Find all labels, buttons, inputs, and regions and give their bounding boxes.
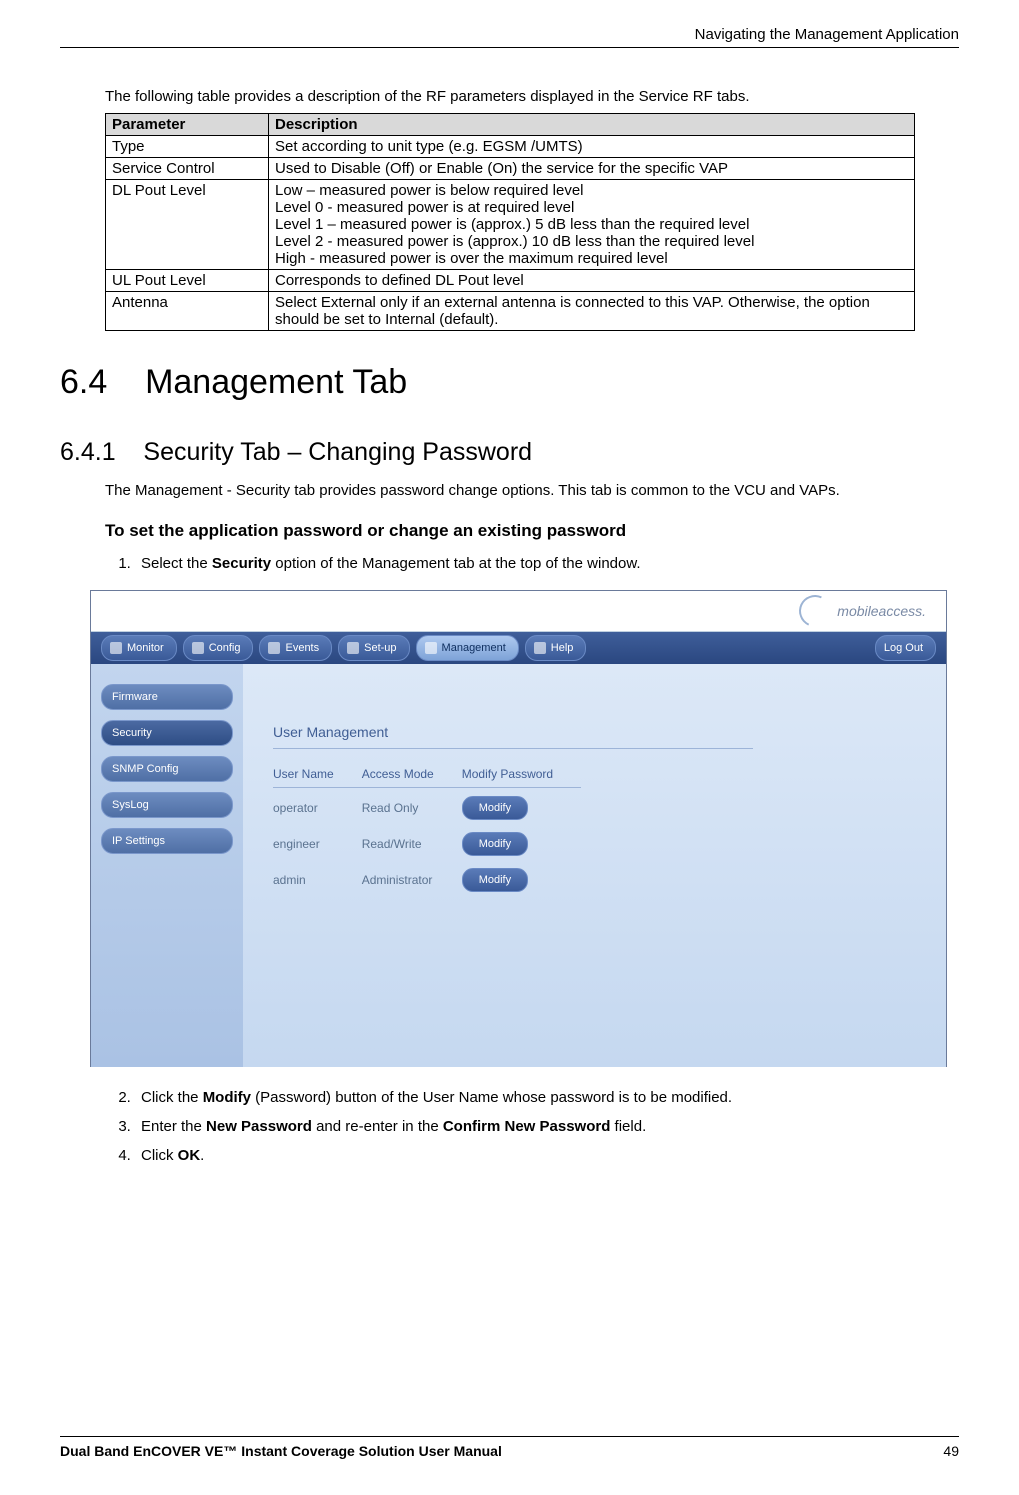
col-accessmode: Access Mode [362, 761, 462, 788]
sidebar-security[interactable]: Security [101, 720, 233, 746]
panel-title: User Management [273, 724, 916, 740]
sidebar-snmp[interactable]: SNMP Config [101, 756, 233, 782]
nav-management[interactable]: Management [416, 635, 519, 661]
step-4: Click OK. [135, 1147, 959, 1164]
steps-list: Select the Security option of the Manage… [105, 555, 959, 572]
table-row: DL Pout LevelLow – measured power is bel… [106, 180, 915, 270]
table-row: AntennaSelect External only if an extern… [106, 292, 915, 331]
logo-icon [795, 590, 836, 631]
procedure-heading: To set the application password or chang… [105, 521, 959, 541]
events-icon [268, 642, 280, 654]
table-row: Service ControlUsed to Disable (Off) or … [106, 158, 915, 180]
heading-6-4: 6.4 Management Tab [60, 363, 959, 402]
step-2: Click the Modify (Password) button of th… [135, 1089, 959, 1106]
intro-text: The following table provides a descripti… [105, 88, 959, 105]
sidebar-syslog[interactable]: SysLog [101, 792, 233, 818]
page-footer: Dual Band EnCOVER VE™ Instant Coverage S… [60, 1436, 959, 1459]
nav-monitor[interactable]: Monitor [101, 635, 177, 661]
th-description: Description [269, 114, 915, 136]
nav-setup[interactable]: Set-up [338, 635, 409, 661]
th-parameter: Parameter [106, 114, 269, 136]
main-panel: User Management User Name Access Mode Mo… [243, 664, 946, 1067]
panel-divider [273, 748, 753, 749]
col-username: User Name [273, 761, 362, 788]
app-screenshot: mobileaccess. Monitor Config Events Set-… [90, 590, 947, 1067]
top-nav: Monitor Config Events Set-up Management … [91, 632, 946, 664]
sidebar: Firmware Security SNMP Config SysLog IP … [91, 664, 243, 1067]
user-row: operator Read Only Modify [273, 788, 581, 825]
header-rule [60, 47, 959, 48]
page-header-breadcrumb: Navigating the Management Application [60, 26, 959, 43]
config-icon [192, 642, 204, 654]
help-icon [534, 642, 546, 654]
col-modify: Modify Password [462, 761, 581, 788]
setup-icon [347, 642, 359, 654]
management-icon [425, 642, 437, 654]
nav-help[interactable]: Help [525, 635, 587, 661]
nav-events[interactable]: Events [259, 635, 332, 661]
nav-logout[interactable]: Log Out [875, 635, 936, 661]
sidebar-ip[interactable]: IP Settings [101, 828, 233, 854]
modify-button[interactable]: Modify [462, 868, 528, 892]
logo-bar: mobileaccess. [91, 591, 946, 632]
step-1: Select the Security option of the Manage… [135, 555, 959, 572]
user-table: User Name Access Mode Modify Password op… [273, 761, 581, 896]
nav-config[interactable]: Config [183, 635, 254, 661]
table-row: UL Pout LevelCorresponds to defined DL P… [106, 270, 915, 292]
section-paragraph: The Management - Security tab provides p… [105, 482, 959, 499]
steps-list-cont: Click the Modify (Password) button of th… [105, 1089, 959, 1164]
monitor-icon [110, 642, 122, 654]
modify-button[interactable]: Modify [462, 832, 528, 856]
modify-button[interactable]: Modify [462, 796, 528, 820]
table-row: TypeSet according to unit type (e.g. EGS… [106, 136, 915, 158]
logo-text: mobileaccess. [837, 603, 926, 619]
step-3: Enter the New Password and re-enter in t… [135, 1118, 959, 1135]
page-number: 49 [943, 1443, 959, 1459]
heading-6-4-1: 6.4.1 Security Tab – Changing Password [60, 438, 959, 467]
footer-title: Dual Band EnCOVER VE™ Instant Coverage S… [60, 1443, 502, 1459]
rf-parameters-table: Parameter Description TypeSet according … [105, 113, 915, 331]
user-row: engineer Read/Write Modify [273, 824, 581, 860]
user-row: admin Administrator Modify [273, 860, 581, 896]
sidebar-firmware[interactable]: Firmware [101, 684, 233, 710]
